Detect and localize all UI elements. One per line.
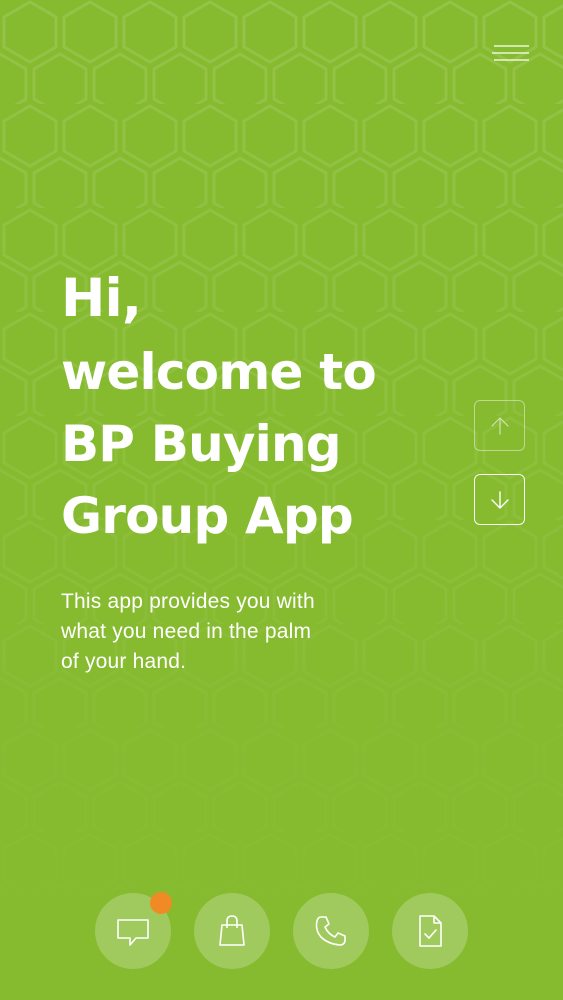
welcome-title-line-2: BP Buying <box>61 415 342 473</box>
description-line-1: This app provides you with <box>61 590 315 613</box>
arrow-down-icon <box>488 488 512 512</box>
welcome-title: welcome to BP Buying Group App <box>61 336 481 552</box>
welcome-screen: Hi, welcome to BP Buying Group App This … <box>0 0 563 1000</box>
menu-button[interactable] <box>486 38 536 68</box>
nav-phone-button[interactable] <box>293 893 369 969</box>
phone-icon <box>313 913 349 949</box>
hamburger-menu-icon <box>486 38 536 68</box>
nav-shop-button[interactable] <box>194 893 270 969</box>
greeting-text: Hi, <box>61 268 142 329</box>
nav-messages-button[interactable] <box>95 892 172 969</box>
scroll-up-button[interactable] <box>474 400 525 451</box>
app-description: This app provides you with what you need… <box>61 587 391 677</box>
welcome-title-line-1: welcome to <box>61 343 377 401</box>
welcome-title-line-3: Group App <box>61 487 354 545</box>
scroll-down-button[interactable] <box>474 474 525 525</box>
description-line-2: what you need in the palm <box>61 620 312 643</box>
hero-section: Hi, welcome to BP Buying Group App <box>61 262 481 552</box>
chat-icon <box>115 913 151 949</box>
notification-badge <box>150 892 172 914</box>
arrow-up-icon <box>488 414 512 438</box>
nav-documents-button[interactable] <box>392 893 468 969</box>
description-line-3: of your hand. <box>61 650 187 673</box>
document-check-icon <box>412 913 448 949</box>
shopping-bag-icon <box>214 913 250 949</box>
bottom-navigation <box>0 892 563 973</box>
